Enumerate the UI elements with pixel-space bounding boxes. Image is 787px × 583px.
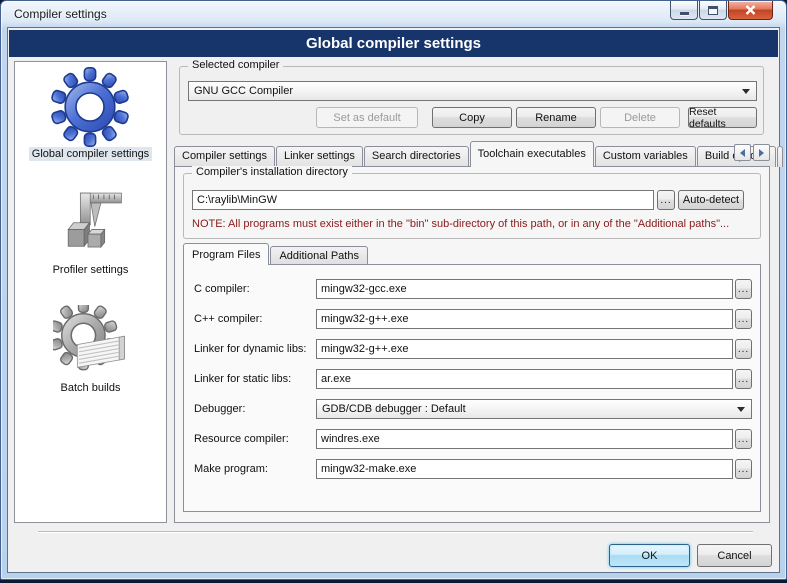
sidebar-item-profiler-settings[interactable]: Profiler settings <box>50 187 132 277</box>
subtab-program-files[interactable]: Program Files <box>183 243 269 265</box>
installation-directory-legend: Compiler's installation directory <box>192 166 352 178</box>
browse-cpp-compiler-button[interactable]: ... <box>735 309 752 329</box>
minimize-icon <box>680 12 689 15</box>
chevron-down-icon <box>737 407 745 412</box>
tab-toolchain-executables[interactable]: Toolchain executables <box>470 141 594 167</box>
chevron-down-icon <box>742 89 750 94</box>
settings-category-list: Global compiler settings <box>14 61 167 523</box>
browse-dynamic-linker-button[interactable]: ... <box>735 339 752 359</box>
resource-compiler-input[interactable] <box>316 429 733 449</box>
tab-scroll-buttons <box>734 144 770 161</box>
footer-separator <box>38 531 753 533</box>
cpp-compiler-input[interactable] <box>316 309 733 329</box>
close-icon <box>745 5 756 15</box>
tab-compiler-settings[interactable]: Compiler settings <box>174 146 275 167</box>
c-compiler-input[interactable] <box>316 279 733 299</box>
titlebar[interactable]: Compiler settings <box>1 1 786 27</box>
sidebar-item-label: Batch builds <box>58 381 124 395</box>
debugger-select[interactable]: GDB/CDB debugger : Default <box>316 399 752 419</box>
settings-tab-bar: Compiler settings Linker settings Search… <box>174 141 770 167</box>
installation-directory-group: Compiler's installation directory ... Au… <box>183 173 761 239</box>
tab-scroll-right-button[interactable] <box>753 144 770 161</box>
browse-resource-compiler-button[interactable]: ... <box>735 429 752 449</box>
tab-scroll-left-button[interactable] <box>734 144 751 161</box>
close-button[interactable] <box>728 1 773 20</box>
subtab-additional-paths[interactable]: Additional Paths <box>270 246 368 265</box>
page-title-banner: Global compiler settings <box>9 30 778 57</box>
ok-button[interactable]: OK <box>609 544 690 567</box>
blue-gear-icon <box>50 67 130 147</box>
installation-directory-input[interactable] <box>192 190 654 210</box>
sidebar-item-batch-builds[interactable]: Batch builds <box>53 305 129 395</box>
browse-directory-button[interactable]: ... <box>657 190 675 210</box>
field-label: Resource compiler: <box>194 433 289 445</box>
gray-gear-stack-icon <box>53 305 129 381</box>
static-linker-input[interactable] <box>316 369 733 389</box>
set-as-default-button[interactable]: Set as default <box>316 107 418 128</box>
maximize-button[interactable] <box>699 1 727 20</box>
compiler-settings-window: Compiler settings Global compiler settin… <box>0 0 787 580</box>
delete-button[interactable]: Delete <box>600 107 680 128</box>
reset-defaults-button[interactable]: Reset defaults <box>688 107 757 128</box>
selected-compiler-group: Selected compiler GNU GCC Compiler Set a… <box>179 66 764 135</box>
compiler-select-value: GNU GCC Compiler <box>194 85 293 97</box>
dialog-body: Global compiler settings <box>7 27 780 573</box>
tab-scroll-left-icon <box>740 149 745 157</box>
selected-compiler-legend: Selected compiler <box>188 59 283 71</box>
cancel-button[interactable]: Cancel <box>697 544 772 567</box>
field-label: C++ compiler: <box>194 313 262 325</box>
copy-button[interactable]: Copy <box>432 107 512 128</box>
page-title: Global compiler settings <box>306 35 481 52</box>
dynamic-linker-input[interactable] <box>316 339 733 359</box>
tab-linker-settings[interactable]: Linker settings <box>276 146 363 167</box>
compiler-select[interactable]: GNU GCC Compiler <box>188 81 757 101</box>
debugger-select-value: GDB/CDB debugger : Default <box>322 403 466 415</box>
make-program-input[interactable] <box>316 459 733 479</box>
field-label: C compiler: <box>194 283 250 295</box>
bin-subdirectory-note: NOTE: All programs must exist either in … <box>192 218 729 230</box>
program-files-tab-bar: Program Files Additional Paths <box>183 243 369 265</box>
minimize-button[interactable] <box>670 1 698 20</box>
maximize-icon <box>708 6 718 15</box>
field-label: Linker for static libs: <box>194 373 291 385</box>
tab-search-directories[interactable]: Search directories <box>364 146 469 167</box>
field-label: Make program: <box>194 463 268 475</box>
caliper-icon <box>53 187 129 263</box>
field-label: Debugger: <box>194 403 245 415</box>
field-label: Linker for dynamic libs: <box>194 343 307 355</box>
tab-scroll-right-icon <box>759 149 764 157</box>
program-files-panel: C compiler: ... C++ compiler: ... Linker… <box>183 264 761 512</box>
auto-detect-button[interactable]: Auto-detect <box>678 190 744 210</box>
sidebar-item-label: Global compiler settings <box>29 147 152 161</box>
sidebar-item-global-compiler-settings[interactable]: Global compiler settings <box>29 67 152 161</box>
browse-make-program-button[interactable]: ... <box>735 459 752 479</box>
toolchain-executables-panel: Compiler's installation directory ... Au… <box>174 166 770 523</box>
caption-buttons <box>670 1 773 20</box>
tab-custom-variables[interactable]: Custom variables <box>595 146 696 167</box>
window-title: Compiler settings <box>14 7 107 21</box>
browse-static-linker-button[interactable]: ... <box>735 369 752 389</box>
tab-partial[interactable] <box>777 146 783 167</box>
rename-button[interactable]: Rename <box>516 107 596 128</box>
sidebar-item-label: Profiler settings <box>50 263 132 277</box>
browse-c-compiler-button[interactable]: ... <box>735 279 752 299</box>
